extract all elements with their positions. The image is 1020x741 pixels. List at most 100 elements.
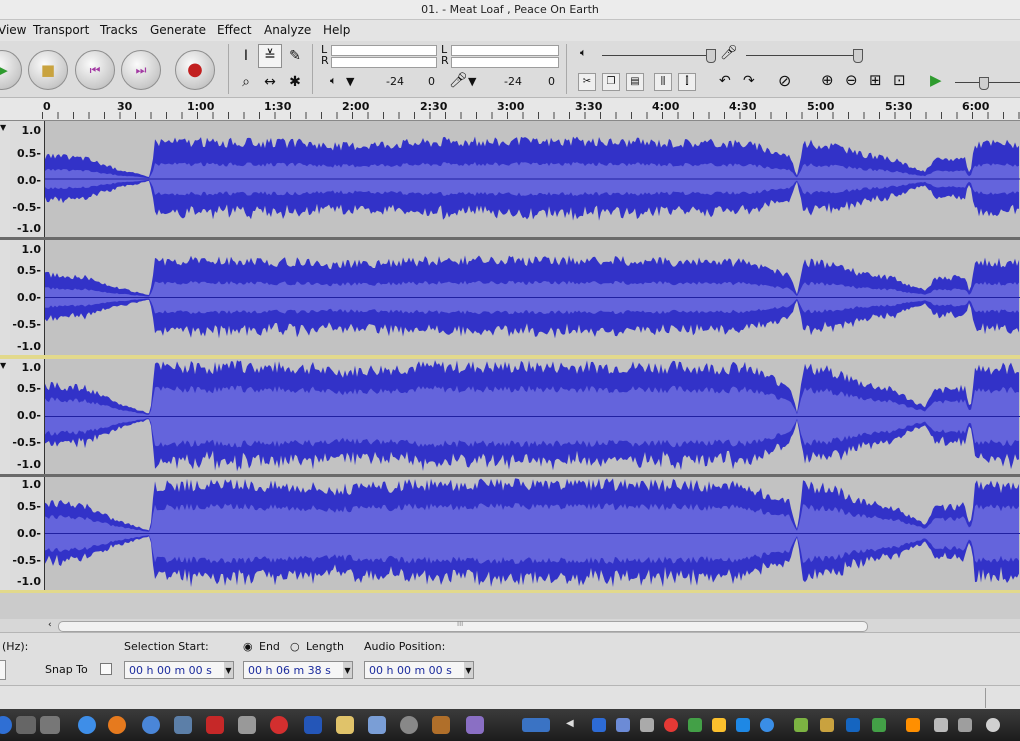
menu-analyze[interactable]: Analyze <box>264 23 311 37</box>
download-icon[interactable] <box>616 718 630 732</box>
input-volume-slider[interactable] <box>746 55 858 56</box>
archive-icon[interactable] <box>432 716 450 734</box>
desktop-icon[interactable] <box>16 716 36 734</box>
selection-tool[interactable]: I <box>234 44 258 68</box>
workspace-icon[interactable] <box>40 716 60 734</box>
microphone-icon[interactable]: 🎤︎ <box>449 71 468 89</box>
snap-to-checkbox[interactable] <box>100 663 112 675</box>
trim-icon[interactable]: ⫼ <box>654 73 672 91</box>
headphones-icon[interactable] <box>108 716 126 734</box>
skip-end-button[interactable]: ⏭ <box>121 50 161 90</box>
selection-end-field[interactable]: 00 h 06 m 38 s ▼ <box>243 661 353 679</box>
multi-tool[interactable]: ✱ <box>283 70 307 94</box>
usb-icon[interactable] <box>958 718 972 732</box>
output-volume-slider[interactable] <box>602 55 710 56</box>
filezilla-icon[interactable] <box>206 716 224 734</box>
audio-editor-icon[interactable] <box>466 716 484 734</box>
audio-track-2-right[interactable]: 1.0 0.5- 0.0- -0.5- -1.0 <box>0 477 1020 590</box>
menu-effect[interactable]: Effect <box>217 23 252 37</box>
fit-selection-icon[interactable]: ⊞ <box>869 71 882 89</box>
menu-tracks[interactable]: Tracks <box>100 23 138 37</box>
browser-icon[interactable] <box>78 716 96 734</box>
folder-icon[interactable] <box>336 716 354 734</box>
chevron-down-icon[interactable]: ▼ <box>0 123 6 132</box>
audio-track-2-left[interactable]: ▼ 1.0 0.5- 0.0- -0.5- -1.0 <box>0 359 1020 474</box>
waveform[interactable] <box>45 121 1020 237</box>
undo-icon[interactable]: ↶ <box>719 73 731 89</box>
sync-lock-icon[interactable]: ⊘ <box>778 71 791 90</box>
paste-icon[interactable]: ▤ <box>626 73 644 91</box>
vlc-icon[interactable] <box>906 718 920 732</box>
project-rate-field[interactable] <box>0 660 6 680</box>
chevron-down-icon[interactable]: ▼ <box>464 662 473 678</box>
check-icon[interactable] <box>794 718 808 732</box>
waveform[interactable] <box>45 240 1020 355</box>
copy-icon[interactable]: ❐ <box>602 73 620 91</box>
audio-position-field[interactable]: 00 h 00 m 00 s ▼ <box>364 661 474 679</box>
mail-icon[interactable] <box>934 718 948 732</box>
menu-help[interactable]: Help <box>323 23 350 37</box>
tablet-icon[interactable] <box>736 718 750 732</box>
eac-icon[interactable] <box>400 716 418 734</box>
scrollbar-thumb[interactable]: III <box>58 620 868 632</box>
notes-icon[interactable] <box>238 716 256 734</box>
selection-start-field[interactable]: 00 h 00 m 00 s ▼ <box>124 661 234 679</box>
network-icon[interactable] <box>142 716 160 734</box>
info-icon[interactable] <box>986 718 1000 732</box>
speedometer-icon[interactable] <box>760 718 774 732</box>
play-speed-thumb[interactable] <box>979 77 989 90</box>
menu-view[interactable]: View <box>0 23 26 37</box>
media-icon[interactable] <box>270 716 288 734</box>
waveform[interactable] <box>45 477 1020 590</box>
input-volume-thumb[interactable] <box>853 49 863 63</box>
start-menu-icon[interactable] <box>0 716 12 734</box>
end-radio-icon[interactable]: ◉ <box>243 640 253 653</box>
skip-start-button[interactable]: ⏮ <box>75 50 115 90</box>
chevron-down-icon[interactable]: ▼ <box>343 662 352 678</box>
cut-icon[interactable]: ✂ <box>578 73 596 91</box>
output-volume-thumb[interactable] <box>706 49 716 63</box>
play-at-speed-icon[interactable]: ▶ <box>930 71 942 89</box>
stop-button[interactable]: ■ <box>28 50 68 90</box>
record-button[interactable]: ● <box>175 50 215 90</box>
fit-project-icon[interactable]: ⊡ <box>893 71 906 89</box>
play-button[interactable]: ▶ <box>0 50 22 90</box>
draw-tool[interactable]: ✎ <box>283 44 307 68</box>
bluetooth-tray-icon[interactable] <box>846 718 860 732</box>
menu-transport[interactable]: Transport <box>33 23 89 37</box>
zoom-out-icon[interactable]: ⊖ <box>845 71 858 89</box>
update-icon[interactable] <box>664 718 678 732</box>
chevron-down-icon[interactable]: ▼ <box>224 662 233 678</box>
menu-generate[interactable]: Generate <box>150 23 206 37</box>
scroll-left-icon[interactable]: ‹ <box>48 620 52 630</box>
zoom-in-icon[interactable]: ⊕ <box>821 71 834 89</box>
shield-icon[interactable] <box>872 718 886 732</box>
envelope-tool[interactable]: ≚ <box>258 44 282 68</box>
waveform[interactable] <box>45 359 1020 474</box>
time-shift-tool[interactable]: ↔ <box>258 70 282 94</box>
length-radio-icon[interactable]: ○ <box>290 640 300 653</box>
speaker-icon[interactable]: 🔈︎ <box>330 74 337 88</box>
audio-position-label: Audio Position: <box>364 640 446 653</box>
app-icon[interactable] <box>304 716 322 734</box>
text-editor-icon[interactable] <box>174 716 192 734</box>
bluetooth-icon[interactable] <box>592 718 606 732</box>
volume-tray-icon[interactable] <box>640 718 654 732</box>
chevron-down-icon[interactable]: ▼ <box>346 75 354 88</box>
clipboard-icon[interactable] <box>712 718 726 732</box>
chevron-down-icon[interactable]: ▼ <box>468 75 476 88</box>
sync-icon[interactable] <box>688 718 702 732</box>
chevron-down-icon[interactable]: ▼ <box>0 361 6 370</box>
redo-icon[interactable]: ↷ <box>743 73 755 89</box>
zoom-tool[interactable]: ⌕ <box>234 70 258 94</box>
binoculars-icon[interactable] <box>820 718 834 732</box>
tray-arrow-icon[interactable]: ◀ <box>566 718 580 732</box>
document-icon[interactable] <box>368 716 386 734</box>
timeline-ruler[interactable]: 0 30 1:00 1:30 2:00 2:30 3:00 3:30 4:00 … <box>0 98 1020 121</box>
audio-track-1-left[interactable]: ▼ 1.0 0.5- 0.0- -0.5- -1.0 <box>0 121 1020 237</box>
volume-icon: 🔈︎ <box>580 46 587 59</box>
display-icon[interactable] <box>522 718 550 732</box>
silence-icon[interactable]: ⫿ <box>678 73 696 91</box>
empty-track-area[interactable] <box>0 593 1020 619</box>
audio-track-1-right[interactable]: 1.0 0.5- 0.0- -0.5- -1.0 <box>0 240 1020 355</box>
